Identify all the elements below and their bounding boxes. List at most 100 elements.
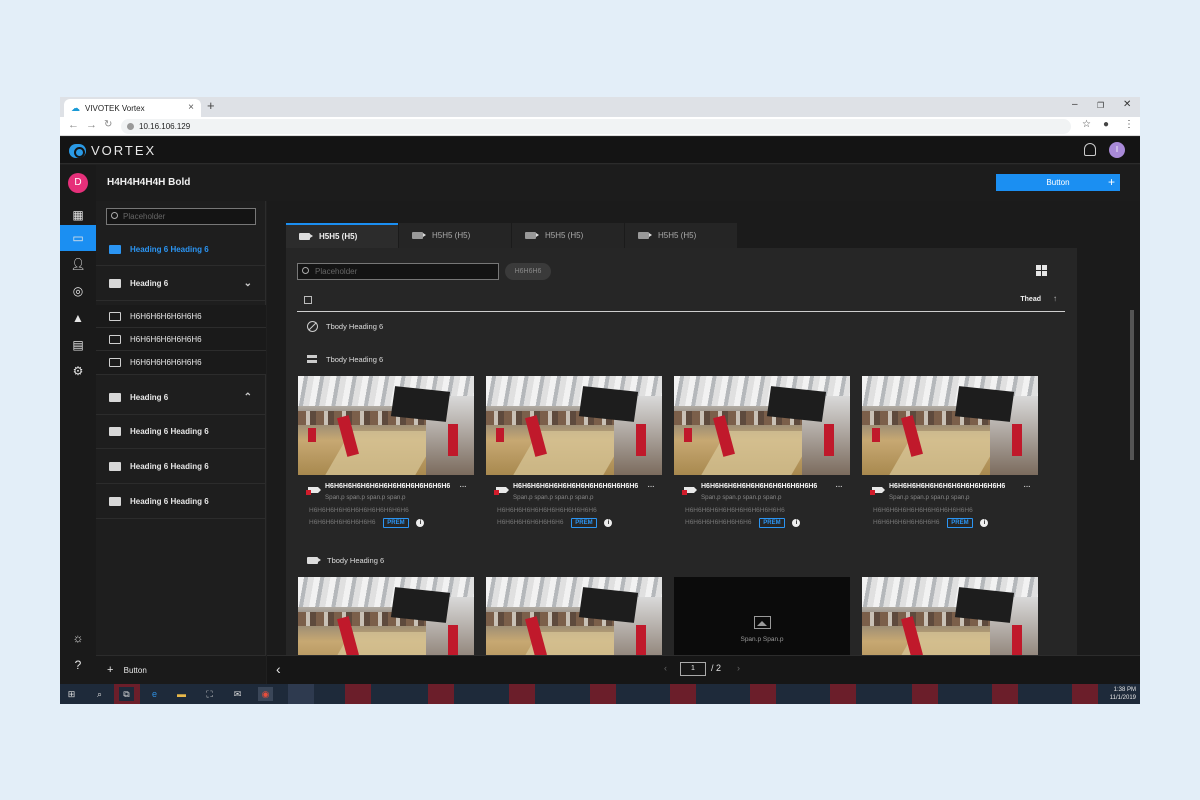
user-icon[interactable]: 👤︎ bbox=[60, 251, 96, 277]
bookmark-star-icon[interactable]: ☆ bbox=[1082, 119, 1091, 130]
browser-tab[interactable]: ☁ VIVOTEK Vortex × bbox=[64, 99, 201, 117]
tab-cameras[interactable]: H5H5 (H5) bbox=[286, 223, 398, 248]
empty-thumbnail[interactable]: Span.p Span.p bbox=[674, 577, 850, 655]
chrome-icon[interactable]: ◉ bbox=[258, 687, 273, 701]
license-badge: PREM bbox=[571, 518, 597, 528]
camera-card[interactable]: H6H6H6H6H6H6H6H6H6H6H6H6H6H6 ··· Span.p … bbox=[298, 376, 474, 528]
more-options-icon[interactable]: ··· bbox=[459, 481, 467, 492]
task-view-icon[interactable]: ⧉ bbox=[119, 687, 134, 701]
user-avatar[interactable]: I bbox=[1109, 142, 1125, 158]
plus-icon: + bbox=[107, 664, 114, 676]
tree-item[interactable]: Heading 6 Heading 6 bbox=[96, 415, 266, 449]
browser-tab-title: VIVOTEK Vortex bbox=[85, 103, 145, 113]
forward-arrow-icon[interactable]: → bbox=[86, 119, 97, 131]
camera-name: H6H6H6H6H6H6H6H6H6H6H6H6H6H6 bbox=[513, 483, 639, 490]
tree-subitem[interactable]: H6H6H6H6H6H6H6 bbox=[96, 305, 266, 328]
chevron-down-icon[interactable]: ⌄ bbox=[244, 278, 252, 289]
grid-view-icon[interactable] bbox=[1036, 265, 1047, 276]
license-badge: PREM bbox=[383, 518, 409, 528]
collapse-sidebar-icon[interactable]: ‹ bbox=[276, 661, 281, 677]
alarm-icon[interactable]: ▲ bbox=[60, 305, 96, 331]
account-avatar[interactable]: D bbox=[68, 173, 88, 193]
panel-search-placeholder: Placeholder bbox=[315, 267, 358, 276]
store-icon[interactable]: ⛶ bbox=[202, 687, 217, 701]
archive-icon[interactable]: ▤ bbox=[60, 332, 96, 358]
camera-thumbnail[interactable] bbox=[674, 376, 850, 475]
camera-card[interactable]: H6H6H6H6H6H6H6H6H6H6H6H6H6 ··· Span.p sp… bbox=[862, 376, 1038, 528]
help-icon[interactable]: ? bbox=[60, 652, 96, 678]
window-close-button[interactable]: ✕ bbox=[1123, 99, 1131, 110]
camera-thumbnail[interactable] bbox=[486, 376, 662, 475]
sort-arrow-icon[interactable]: ↑ bbox=[1053, 294, 1057, 303]
restore-button[interactable]: ❐ bbox=[1097, 101, 1104, 110]
camera-card-no-preview[interactable]: Span.p Span.p bbox=[674, 577, 850, 655]
windows-start-icon[interactable]: ⊞ bbox=[64, 687, 79, 701]
camera-card[interactable] bbox=[486, 577, 662, 655]
system-clock[interactable]: 1:38 PM 11/1/2019 bbox=[1110, 686, 1136, 702]
back-arrow-icon[interactable]: ← bbox=[68, 119, 79, 131]
camera-card[interactable] bbox=[862, 577, 1038, 655]
tree-group-expanded[interactable]: Heading 6 ⌄ bbox=[96, 266, 266, 301]
scrollbar-thumb[interactable] bbox=[1130, 310, 1134, 460]
tree-item-selected[interactable]: Heading 6 Heading 6 bbox=[96, 233, 266, 266]
more-options-icon[interactable]: ··· bbox=[835, 481, 843, 492]
tree-item[interactable]: Heading 6 Heading 6 bbox=[96, 484, 266, 519]
edge-browser-icon[interactable]: e bbox=[147, 687, 162, 701]
devices-icon[interactable]: ▭ bbox=[60, 225, 96, 251]
reload-icon[interactable]: ↻ bbox=[104, 119, 112, 130]
more-options-icon[interactable]: ··· bbox=[1023, 481, 1031, 492]
tree-item-label: Heading 6 bbox=[130, 393, 169, 402]
camera-thumbnail[interactable] bbox=[486, 577, 662, 655]
tree-item[interactable]: Heading 6 Heading 6 bbox=[96, 449, 266, 484]
tab-bullet-camera[interactable]: H5H5 (H5) bbox=[625, 223, 737, 248]
access-icon[interactable]: ◎ bbox=[60, 278, 96, 304]
minimize-button[interactable]: – bbox=[1072, 99, 1078, 110]
tree-subitem[interactable]: H6H6H6H6H6H6H6 bbox=[96, 328, 266, 351]
tree-subitem[interactable]: H6H6H6H6H6H6H6 bbox=[96, 351, 266, 375]
camera-card[interactable] bbox=[298, 577, 474, 655]
more-options-icon[interactable]: ··· bbox=[647, 481, 655, 492]
camera-meta: H6H6H6H6H6H6H6H6 bbox=[309, 519, 376, 526]
camera-meta: H6H6H6H6H6H6H6H6 bbox=[497, 519, 564, 526]
primary-add-button[interactable]: Button + bbox=[996, 174, 1120, 191]
camera-thumbnail[interactable] bbox=[862, 577, 1038, 655]
next-page-icon[interactable]: › bbox=[737, 663, 740, 673]
browser-menu-icon[interactable]: ⋮ bbox=[1124, 119, 1134, 130]
info-icon[interactable]: i bbox=[980, 519, 989, 527]
camera-thumbnail[interactable] bbox=[862, 376, 1038, 475]
panel-search-input[interactable]: Placeholder bbox=[297, 263, 499, 280]
group-heading-label: Tbody Heading 6 bbox=[327, 556, 385, 565]
search-icon[interactable]: ⌕ bbox=[92, 687, 107, 701]
settings-gear-icon[interactable]: ⚙ bbox=[60, 358, 96, 384]
notification-bell-icon[interactable] bbox=[1084, 143, 1096, 156]
select-all-checkbox[interactable] bbox=[304, 296, 312, 304]
sidebar-add-button[interactable]: + Button bbox=[96, 655, 266, 685]
site-info-icon[interactable] bbox=[127, 123, 134, 130]
url-field[interactable]: 10.16.106.129 bbox=[121, 119, 1071, 134]
tab-label: H5H5 (H5) bbox=[545, 231, 584, 240]
mail-icon[interactable]: ✉ bbox=[230, 687, 245, 701]
tab-video-camera[interactable]: H5H5 (H5) bbox=[399, 223, 511, 248]
camera-card[interactable]: H6H6H6H6H6H6H6H6H6H6H6H6H6H6 ··· Span.p … bbox=[486, 376, 662, 528]
info-icon[interactable]: i bbox=[792, 519, 801, 527]
theme-sun-icon[interactable]: ☼ bbox=[60, 625, 96, 651]
tab-camera-offline[interactable]: H5H5 (H5) bbox=[512, 223, 624, 248]
tree-group-collapsed[interactable]: Heading 6 ⌃ bbox=[96, 381, 266, 415]
filter-chip[interactable]: H6H6H6 bbox=[505, 263, 551, 280]
info-icon[interactable]: i bbox=[416, 519, 425, 527]
prev-page-icon[interactable]: ‹ bbox=[664, 663, 667, 673]
page-number-input[interactable]: 1 bbox=[680, 662, 706, 676]
camera-subtitle: Span.p span.p span.p span.p bbox=[701, 494, 782, 501]
camera-thumbnail[interactable] bbox=[298, 376, 474, 475]
profile-icon[interactable]: ● bbox=[1103, 119, 1109, 130]
camera-card[interactable]: H6H6H6H6H6H6H6H6H6H6H6H6H6 ··· Span.p sp… bbox=[674, 376, 850, 528]
close-tab-icon[interactable]: × bbox=[188, 102, 194, 113]
info-icon[interactable]: i bbox=[604, 519, 613, 527]
new-tab-button[interactable]: + bbox=[207, 98, 215, 113]
chevron-up-icon[interactable]: ⌃ bbox=[244, 392, 252, 403]
camera-thumbnail[interactable] bbox=[298, 577, 474, 655]
thead-label[interactable]: Thead bbox=[1020, 296, 1041, 303]
file-explorer-icon[interactable]: ▬ bbox=[174, 687, 189, 701]
os-taskbar: ⊞ ⌕ ⧉ e ▬ ⛶ ✉ ◉ 1:38 PM 11/1/2019 bbox=[60, 684, 1140, 704]
sidebar-search-input[interactable]: Placeholder bbox=[106, 208, 256, 225]
